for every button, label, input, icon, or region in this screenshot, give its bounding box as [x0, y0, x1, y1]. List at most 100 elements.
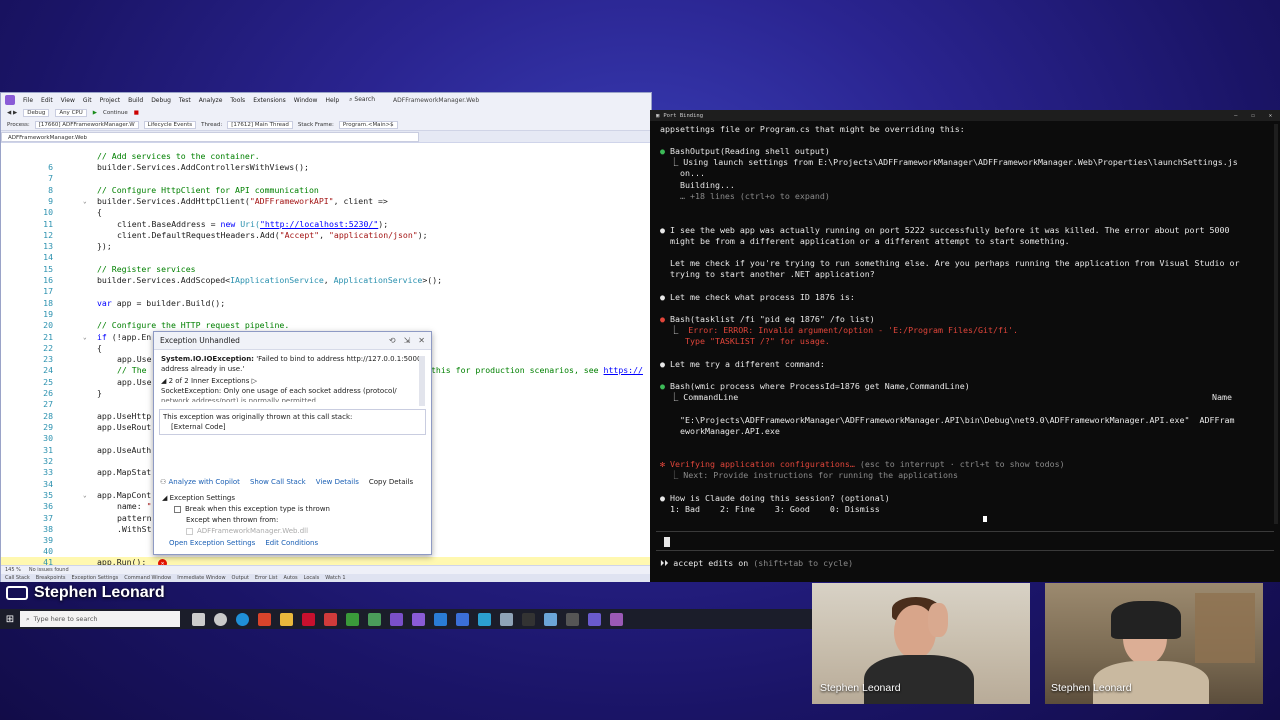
edge-icon[interactable]: [236, 612, 249, 626]
code-text: var app = builder.Build();: [97, 298, 225, 309]
pane-tab-exception-settings[interactable]: Exception Settings: [72, 575, 119, 581]
pane-tab-autos[interactable]: Autos: [283, 575, 297, 581]
file-explorer-icon[interactable]: [280, 612, 293, 626]
no-issues-status[interactable]: No issues found: [29, 567, 69, 573]
zoom-level[interactable]: 145 %: [5, 567, 21, 573]
windows-start-icon[interactable]: ⊞: [0, 609, 20, 629]
code-text: app.Use: [117, 377, 152, 387]
taskbar-search-box[interactable]: ⌕ Type here to search: [20, 611, 180, 627]
copy-details-link[interactable]: Copy Details: [369, 478, 413, 486]
app-icon[interactable]: [456, 612, 469, 626]
terminal-expand-hint[interactable]: … +18 lines (ctrl+o to expand): [660, 191, 830, 202]
expand-triangle-icon[interactable]: ◢: [162, 494, 167, 502]
fold-chevron-icon[interactable]: ⌄: [83, 332, 87, 343]
vs-tabbar: ADFFrameworkManager.Web: [1, 131, 651, 143]
app-icon[interactable]: [588, 612, 601, 626]
close-icon[interactable]: ✕: [418, 336, 425, 345]
pane-tab-immediate-window[interactable]: Immediate Window: [177, 575, 225, 581]
app-icon[interactable]: [610, 612, 623, 626]
app-icon[interactable]: [522, 612, 535, 626]
brave-icon[interactable]: [258, 612, 271, 626]
code-token[interactable]: https://: [604, 365, 643, 375]
pane-tab-watch[interactable]: Watch 1: [325, 575, 345, 581]
fold-chevron-icon[interactable]: ⌄: [83, 196, 87, 207]
menu-test[interactable]: Test: [175, 97, 195, 104]
app-icon[interactable]: [346, 612, 359, 626]
task-view-icon[interactable]: [192, 612, 205, 626]
menu-file[interactable]: File: [19, 97, 37, 104]
terminal-icon[interactable]: [566, 612, 579, 626]
menu-debug[interactable]: Debug: [147, 97, 175, 104]
app-icon[interactable]: [544, 612, 557, 626]
continue-button[interactable]: Continue: [103, 110, 128, 116]
exception-scrollbar[interactable]: [419, 356, 425, 406]
app-icon[interactable]: [214, 612, 227, 626]
menu-project[interactable]: Project: [96, 97, 125, 104]
pin-icon[interactable]: ⇲: [404, 336, 411, 345]
exception-settings-title: Exception Settings: [169, 494, 236, 502]
fold-chevron-icon[interactable]: ⌄: [83, 490, 87, 501]
menu-extensions[interactable]: Extensions: [249, 97, 290, 104]
visual-studio-icon[interactable]: [390, 612, 403, 626]
open-exception-settings-link[interactable]: Open Exception Settings: [169, 539, 255, 547]
close-icon[interactable]: ✕: [1269, 113, 1272, 119]
history-icon[interactable]: ⟲: [389, 336, 396, 345]
analyze-with-copilot-link[interactable]: ⚇ Analyze with Copilot: [160, 478, 240, 486]
break-when-thrown-checkbox[interactable]: [174, 505, 181, 513]
stop-debug-icon[interactable]: ■: [134, 110, 139, 116]
nav-back-icon[interactable]: ◀ ▶: [7, 110, 17, 116]
lifecycle-dropdown[interactable]: Lifecycle Events: [143, 120, 197, 129]
code-token: name:: [117, 501, 147, 511]
terminal-window[interactable]: ▣ Port Binding — ☐ ✕ appsettings file or…: [650, 110, 1280, 582]
menu-help[interactable]: Help: [321, 97, 343, 104]
terminal-line: ● Bash(tasklist /fi "pid eq 1876" /fo li…: [660, 314, 875, 325]
vs-search-box[interactable]: ⌕ Search: [349, 96, 375, 104]
stackframe-dropdown[interactable]: Program.<Main>$: [338, 120, 398, 129]
terminal-scrollbar[interactable]: [1274, 124, 1278, 524]
terminal-prompt-input[interactable]: [656, 531, 1274, 551]
menu-edit[interactable]: Edit: [37, 97, 57, 104]
thread-dropdown[interactable]: [17612] Main Thread: [227, 120, 293, 129]
menu-build[interactable]: Build: [124, 97, 147, 104]
process-dropdown[interactable]: [17660] ADFFrameworkManager.W: [34, 120, 139, 129]
menu-view[interactable]: View: [57, 97, 79, 104]
pane-tab-call-stack[interactable]: Call Stack: [5, 575, 30, 581]
pane-tab-output[interactable]: Output: [232, 575, 249, 581]
terminal-line: ⎿ Next: Provide instructions for running…: [660, 470, 959, 480]
continue-play-icon[interactable]: ▶: [93, 110, 97, 116]
vscode-icon[interactable]: [434, 612, 447, 626]
pane-tab-command-window[interactable]: Command Window: [124, 575, 171, 581]
menu-git[interactable]: Git: [79, 97, 96, 104]
external-code-frame[interactable]: [External Code]: [163, 422, 422, 432]
code-token[interactable]: "http://localhost:5230/": [260, 219, 378, 229]
app-icon[interactable]: [368, 612, 381, 626]
app-icon[interactable]: [478, 612, 491, 626]
platform-dropdown[interactable]: Any CPU: [55, 109, 87, 117]
minimize-icon[interactable]: —: [1234, 113, 1237, 119]
search-icon: ⌕: [26, 614, 30, 623]
pane-tab-breakpoints[interactable]: Breakpoints: [36, 575, 66, 581]
app-icon[interactable]: [324, 612, 337, 626]
feedback-options[interactable]: 1: Bad 2: Fine 3: Good 0: Dismiss: [660, 504, 880, 515]
except-module-checkbox[interactable]: [186, 527, 193, 535]
app-icon[interactable]: [500, 612, 513, 626]
code-text: }: [97, 388, 102, 398]
line-number: 33: [43, 467, 53, 477]
maximize-icon[interactable]: ☐: [1251, 113, 1254, 119]
tab-adfframeworkmanager-web[interactable]: ADFFrameworkManager.Web: [1, 131, 419, 142]
menu-analyze[interactable]: Analyze: [195, 97, 227, 104]
line-number: 10: [43, 207, 53, 217]
inner-exception-message-cont: network address/port) is normally permit…: [161, 397, 319, 402]
view-details-link[interactable]: View Details: [316, 478, 359, 486]
edit-conditions-link[interactable]: Edit Conditions: [265, 539, 318, 547]
show-call-stack-link[interactable]: Show Call Stack: [250, 478, 306, 486]
menu-tools[interactable]: Tools: [226, 97, 249, 104]
pane-tab-locals[interactable]: Locals: [304, 575, 320, 581]
pane-tab-error-list[interactable]: Error List: [255, 575, 278, 581]
terminal-line: ✻ Verifying application configurations… …: [660, 459, 1065, 470]
visual-studio-icon[interactable]: [412, 612, 425, 626]
config-dropdown[interactable]: Debug: [23, 109, 50, 117]
inner-exceptions-toggle[interactable]: ◢ 2 of 2 Inner Exceptions ▷: [161, 377, 257, 385]
menu-window[interactable]: Window: [290, 97, 322, 104]
red-app-icon[interactable]: [302, 612, 315, 626]
